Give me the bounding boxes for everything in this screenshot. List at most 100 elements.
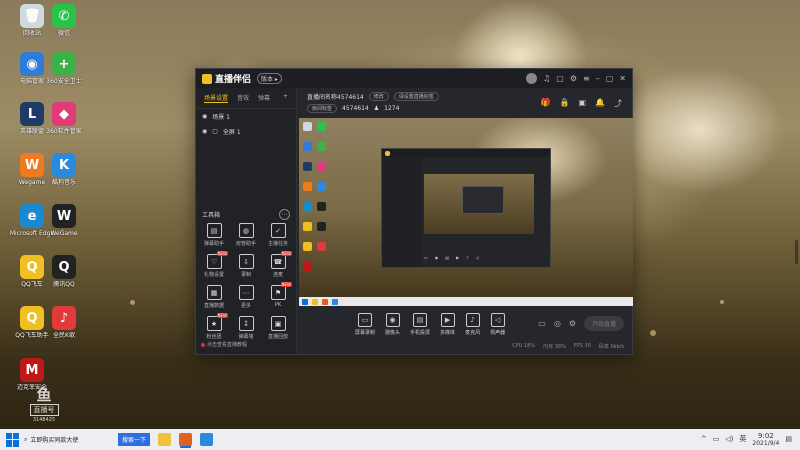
clock-time: 9:02 (758, 431, 774, 440)
screen-icon[interactable]: ▣ (578, 98, 586, 109)
toolbox-grid: ▤ 弹幕助手 ◍ 房管助手 ✓ 主播任务 ♡ NEW 礼物设置 ⇩ 录制 ☎ NEW 连麦 ▦ 直播数据 ⋯ 更多… (198, 223, 294, 340)
tool-item[interactable]: ★ NEW 粉丝团 (198, 313, 230, 340)
lock-icon[interactable]: ▢ (212, 128, 218, 135)
tool-label: 直播回放 (267, 334, 288, 340)
kugou-taskbar-icon[interactable] (200, 433, 214, 446)
lock-icon[interactable]: 🔒 (560, 98, 570, 109)
status-item: CPU 18% (512, 343, 536, 349)
tool-item[interactable]: ✓ 主播任务 (262, 223, 294, 247)
source-control[interactable]: ▤ 手机投屏 (410, 313, 430, 336)
settings-icon[interactable]: ⚙ (570, 74, 577, 83)
app-icon: ♪ (52, 306, 76, 330)
ime-indicator[interactable]: 英 (739, 434, 746, 444)
desktop-icon[interactable]: ♪ 全民K歌 (40, 306, 88, 339)
bell-icon[interactable]: 🔔 (595, 98, 605, 109)
desktop-icon[interactable]: ◆ 360软件管家 (40, 102, 88, 135)
desktop-icon[interactable]: +360安全卫士 (40, 52, 88, 85)
status-item: FPS 30 (573, 343, 591, 349)
close-icon[interactable]: ✕ (619, 74, 626, 83)
eye-icon[interactable]: ◉ (202, 113, 207, 120)
desktop-icon[interactable]: K 酷狗音乐 (40, 153, 88, 186)
preview-icon (303, 202, 312, 211)
source-control[interactable]: ◁ 扬声器 (490, 313, 505, 336)
tool-item[interactable]: ▤ 弹幕助手 (198, 223, 230, 247)
tutorial-tip[interactable]: 点击查看直播教程 (201, 341, 247, 348)
source-control[interactable]: ◉ 摄像头 (385, 313, 400, 336)
tool-item[interactable]: ☎ NEW 连麦 (262, 251, 294, 278)
beauty-icon[interactable]: ◎ (554, 319, 561, 328)
edit-title-button[interactable]: 修改 (368, 92, 389, 101)
tab-danmaku[interactable]: 弹幕 (258, 93, 270, 103)
file-explorer-icon[interactable] (158, 433, 172, 446)
share-icon[interactable]: ⤴ (614, 98, 622, 109)
tool-label: 连麦 (272, 272, 283, 278)
source-control-label: 屏幕录制 (355, 330, 376, 336)
menu-icon[interactable]: ≡ (583, 74, 590, 83)
source-controls: ▭ 屏幕录制 ◉ 摄像头 ▤ 手机投屏 ▶ 多媒体 ♪ 麦克风 ◁ 扬声器 (355, 313, 505, 336)
scene-item-label: 场景 1 (212, 114, 230, 121)
search-button[interactable]: 搜索一下 (118, 433, 151, 446)
desktop-icon-label: 微信 (57, 30, 70, 37)
watermark-logo: 鱼 (36, 386, 52, 404)
start-button[interactable] (6, 432, 20, 447)
tool-item[interactable]: ⋯ 更多 (230, 285, 262, 309)
tool-item[interactable]: ⚑ NEW PK (262, 282, 294, 309)
network-icon[interactable]: ▭ (713, 435, 720, 443)
tool-item[interactable]: ▣ 直播回放 (262, 316, 294, 340)
tab-audio[interactable]: 音效 (237, 93, 249, 103)
camera-icon[interactable]: ▭ (538, 319, 546, 328)
live-preview[interactable]: ▭ ◉ ▤ ▶ ♪ ◁ (299, 118, 633, 306)
edge-scroll-handle[interactable] (795, 240, 798, 264)
preview-icon (303, 182, 312, 191)
taskbar-search[interactable]: ⌕ 立即购买同款大使 (24, 435, 104, 445)
settings-icon[interactable]: ⚙ (569, 319, 576, 328)
up-arrow-icon[interactable]: ^ (701, 435, 707, 443)
desktop-icon[interactable]: Q 腾讯QQ (40, 255, 88, 288)
tool-item[interactable]: ⇩ 录制 (230, 254, 262, 278)
room-action-icons: 🎁 🔒 ▣ 🔔 ⤴ (541, 98, 622, 109)
tab-scene[interactable]: 场景设置 (204, 93, 229, 103)
clock[interactable]: 9:02 2021/9/4 (752, 432, 779, 448)
minimize-icon[interactable]: – (596, 74, 600, 83)
avatar[interactable] (526, 73, 538, 84)
desktop-icon[interactable]: W WeGame (40, 204, 88, 237)
taskbar: ⌕ 立即购买同款大使 搜索一下 ^ ▭ ◁) 英 9:02 2021/9/4 ▤ (0, 429, 800, 450)
scene-item[interactable]: ◉ ▢ 全屏 1 (196, 124, 296, 139)
source-control[interactable]: ▶ 多媒体 (440, 313, 455, 336)
eye-icon[interactable]: ◉ (202, 128, 207, 135)
desktop-icon-label: 酷狗音乐 (51, 179, 76, 186)
tool-item[interactable]: ♡ NEW 礼物设置 (198, 251, 230, 278)
watermark-label: 直播号 (29, 404, 59, 416)
maximize-icon[interactable]: ▢ (606, 74, 614, 83)
gift-icon[interactable]: 🎁 (541, 98, 551, 109)
new-badge: NEW (280, 251, 292, 256)
scene-item-label: 全屏 1 (222, 129, 241, 136)
alert-dot-icon (201, 342, 205, 347)
tool-label: 弹幕助手 (203, 241, 224, 247)
room-info: 直播间名称4574614 修改 请设置直播标签 房间标签 4574614 ♟ 1… (307, 92, 439, 116)
chat-icon[interactable]: ▢ (556, 74, 564, 83)
tool-item[interactable]: ◍ 房管助手 (230, 223, 262, 247)
tool-item[interactable]: ▦ 直播数据 (198, 285, 230, 309)
notification-icon[interactable]: ▤ (785, 435, 792, 443)
bell-icon[interactable]: ♫ (543, 74, 550, 83)
more-tools-icon[interactable]: ⋯ (279, 209, 290, 220)
set-tag-button[interactable]: 请设置直播标签 (393, 92, 439, 101)
preview-icon (303, 162, 312, 171)
preview-icon (303, 242, 312, 251)
tool-item[interactable]: ↧ 弹幕墙 (230, 316, 262, 340)
tool-icon: ⋯ (238, 285, 254, 300)
scene-item[interactable]: ◉ 场景 1 (196, 109, 296, 124)
desktop-icon[interactable]: ✆ 微信 (40, 4, 88, 37)
room-tag-button[interactable]: 房间标签 (307, 104, 338, 113)
source-control[interactable]: ▭ 屏幕录制 (355, 313, 375, 336)
source-control-label: 扬声器 (490, 330, 506, 336)
live-companion-taskbar-icon[interactable] (179, 433, 193, 446)
tool-icon: ⇩ (238, 254, 254, 269)
source-control-icon: ▶ (440, 313, 455, 327)
go-live-button[interactable]: 开始直播 (583, 316, 624, 331)
source-control[interactable]: ♪ 麦克风 (465, 313, 480, 336)
add-scene-icon[interactable]: + (283, 93, 288, 103)
version-badge[interactable]: 版本 ▸ (257, 73, 282, 84)
volume-icon[interactable]: ◁) (725, 435, 733, 443)
